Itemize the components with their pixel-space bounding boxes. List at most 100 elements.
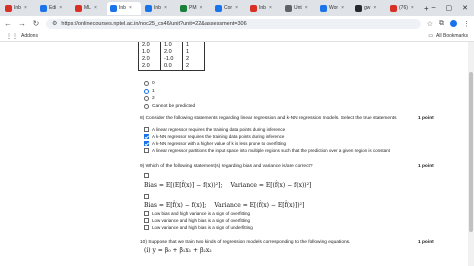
tab-close-icon[interactable]: ×: [235, 5, 238, 11]
tab-close-icon[interactable]: ×: [373, 5, 376, 11]
question-9-text: 9) Which of the following statement(s) r…: [140, 164, 313, 169]
table-row: 1.0 2.0 1: [138, 49, 205, 56]
browser-tab[interactable]: PM ×: [177, 2, 211, 15]
checkbox-option[interactable]: A k-NN regressor with a higher value of …: [144, 141, 286, 146]
browser-tab[interactable]: Inb ×: [2, 2, 36, 15]
browser-tab[interactable]: Inb ×: [247, 2, 281, 15]
maximize-icon[interactable]: ▢: [446, 4, 453, 12]
radio-option[interactable]: 2: [144, 96, 155, 101]
browser-tab[interactable]: gw ×: [352, 2, 386, 15]
scrollbar[interactable]: [468, 42, 474, 266]
tab-favicon-icon: [285, 4, 292, 12]
q9-formula-2-variance: Variance = E[(f̂(x) − E[f̂(x)])²]: [214, 202, 305, 209]
tab-label: Inb: [119, 5, 126, 11]
q9-formula-option-2-checkbox[interactable]: [144, 194, 149, 199]
close-window-icon[interactable]: ✕: [462, 4, 468, 12]
q9-formula-2: Bias = E[f̂(x) − f(x)]; Variance = E[(f̂(…: [144, 202, 304, 209]
checkbox[interactable]: [144, 148, 149, 153]
tab-favicon-icon: [355, 4, 362, 12]
radio-label: Cannot be predicted: [152, 103, 196, 109]
tab-favicon-icon: [215, 4, 222, 12]
site-info-icon[interactable]: ⚙: [52, 20, 57, 27]
browser-tab[interactable]: Inb ×: [142, 2, 176, 15]
checkbox-option[interactable]: Low variance and high bias is a sign of …: [144, 218, 250, 223]
tab-favicon-icon: [180, 4, 187, 12]
tab-favicon-icon: [250, 4, 257, 12]
tab-close-icon[interactable]: ×: [341, 5, 344, 11]
q9-formula-1-bias: Bias = E[(E[f̂(x)] − f(x))²];: [144, 182, 223, 189]
tab-close-icon[interactable]: ×: [94, 5, 97, 11]
tab-close-icon[interactable]: ×: [269, 5, 272, 11]
browser-tab[interactable]: Cor ×: [212, 2, 246, 15]
checkbox-option[interactable]: Low variance and high bias is a sign of …: [144, 225, 253, 230]
question-8-points: 1 point: [418, 116, 434, 121]
checkbox[interactable]: [144, 211, 149, 216]
browser-tab[interactable]: Edi ×: [37, 2, 71, 15]
address-bar[interactable]: ⚙ https://onlinecourses.nptel.ac.in/noc2…: [46, 18, 421, 29]
tab-close-icon[interactable]: ×: [129, 5, 132, 11]
checkbox[interactable]: [144, 141, 149, 146]
apps-grid-icon[interactable]: ⋮⋮: [6, 33, 18, 40]
profile-avatar[interactable]: [450, 20, 457, 27]
back-icon[interactable]: ←: [4, 19, 12, 28]
tab-label: Cor: [224, 5, 233, 11]
scrollbar-thumb[interactable]: [469, 72, 473, 232]
minimize-icon[interactable]: –: [432, 4, 436, 12]
checkbox[interactable]: [144, 218, 149, 223]
radio-option[interactable]: Cannot be predicted: [144, 103, 196, 109]
checkbox-option[interactable]: A linear regressor partitions the input …: [144, 148, 390, 153]
checkbox-option[interactable]: A k-NN regressor requires the training d…: [144, 134, 284, 139]
tab-label: (76): [399, 5, 408, 11]
tab-close-icon[interactable]: ×: [24, 5, 27, 11]
tab-close-icon[interactable]: ×: [411, 5, 414, 11]
tab-favicon-icon: [5, 4, 12, 12]
tab-close-icon[interactable]: ×: [200, 5, 203, 11]
tab-close-icon[interactable]: ×: [305, 5, 308, 11]
question-10-points: 1 point: [418, 240, 434, 245]
table-cell: 1.0: [138, 49, 161, 56]
browser-tab[interactable]: ML ×: [72, 2, 106, 15]
checkbox-option[interactable]: A linear regressor requires the training…: [144, 127, 285, 132]
checkbox-label: A k-NN regressor requires the training d…: [152, 134, 285, 139]
table-cell: 1: [182, 49, 205, 56]
q10-equation: (i) y = β₀ + β₁x₁ + β₂x₂: [144, 247, 212, 254]
bookmark-star-icon[interactable]: ☆: [427, 20, 433, 28]
extensions-icon[interactable]: ⧉: [439, 20, 444, 28]
radio-option[interactable]: 1: [144, 88, 155, 94]
radio-button[interactable]: [144, 103, 149, 109]
browser-tab[interactable]: Unt ×: [282, 2, 316, 15]
radio-label: 2: [152, 96, 155, 101]
radio-button[interactable]: [144, 96, 149, 101]
radio-button[interactable]: [144, 88, 149, 94]
table-cell: 1: [182, 42, 205, 49]
browser-tab[interactable]: Wor ×: [317, 2, 351, 15]
q9-formula-option-1-checkbox[interactable]: [144, 173, 149, 178]
browser-tab[interactable]: (76) ×: [387, 2, 421, 15]
radio-option[interactable]: 0: [144, 81, 155, 86]
checkbox-label: Low variance and high bias is a sign of …: [152, 218, 251, 223]
question-10-text: 10) Suppose that we train two kinds of r…: [140, 240, 351, 245]
table-row: 2.0 -1.0 2: [138, 56, 205, 63]
checkbox[interactable]: [144, 225, 149, 230]
tab-favicon-icon: [320, 4, 327, 12]
table-cell: -1.0: [160, 56, 183, 63]
forward-icon[interactable]: →: [18, 19, 26, 28]
checkbox-option[interactable]: Low bias and high variance is a sign of …: [144, 211, 250, 216]
browser-tab[interactable]: Inb ×: [107, 1, 141, 15]
reload-icon[interactable]: ↻: [32, 19, 40, 28]
new-tab-icon[interactable]: +: [424, 4, 429, 13]
folder-icon: ▭: [428, 33, 434, 39]
tab-favicon-icon: [110, 4, 117, 12]
tab-close-icon[interactable]: ×: [164, 5, 167, 11]
all-bookmarks-label: All Bookmarks: [436, 33, 468, 39]
tab-label: Wor: [329, 5, 339, 11]
menu-icon[interactable]: ⋮: [463, 20, 470, 28]
all-bookmarks[interactable]: ▭ All Bookmarks: [428, 33, 468, 39]
radio-label: 0: [152, 81, 155, 86]
checkbox[interactable]: [144, 134, 149, 139]
tab-strip: Inb × Edi × ML × Inb × Inb × PM × Cor × Inb × Unt × Wor × gw…: [0, 0, 474, 16]
bookmark-addons[interactable]: Addons: [21, 33, 38, 39]
radio-button[interactable]: [144, 81, 149, 86]
tab-close-icon[interactable]: ×: [59, 5, 62, 11]
checkbox[interactable]: [144, 127, 149, 132]
